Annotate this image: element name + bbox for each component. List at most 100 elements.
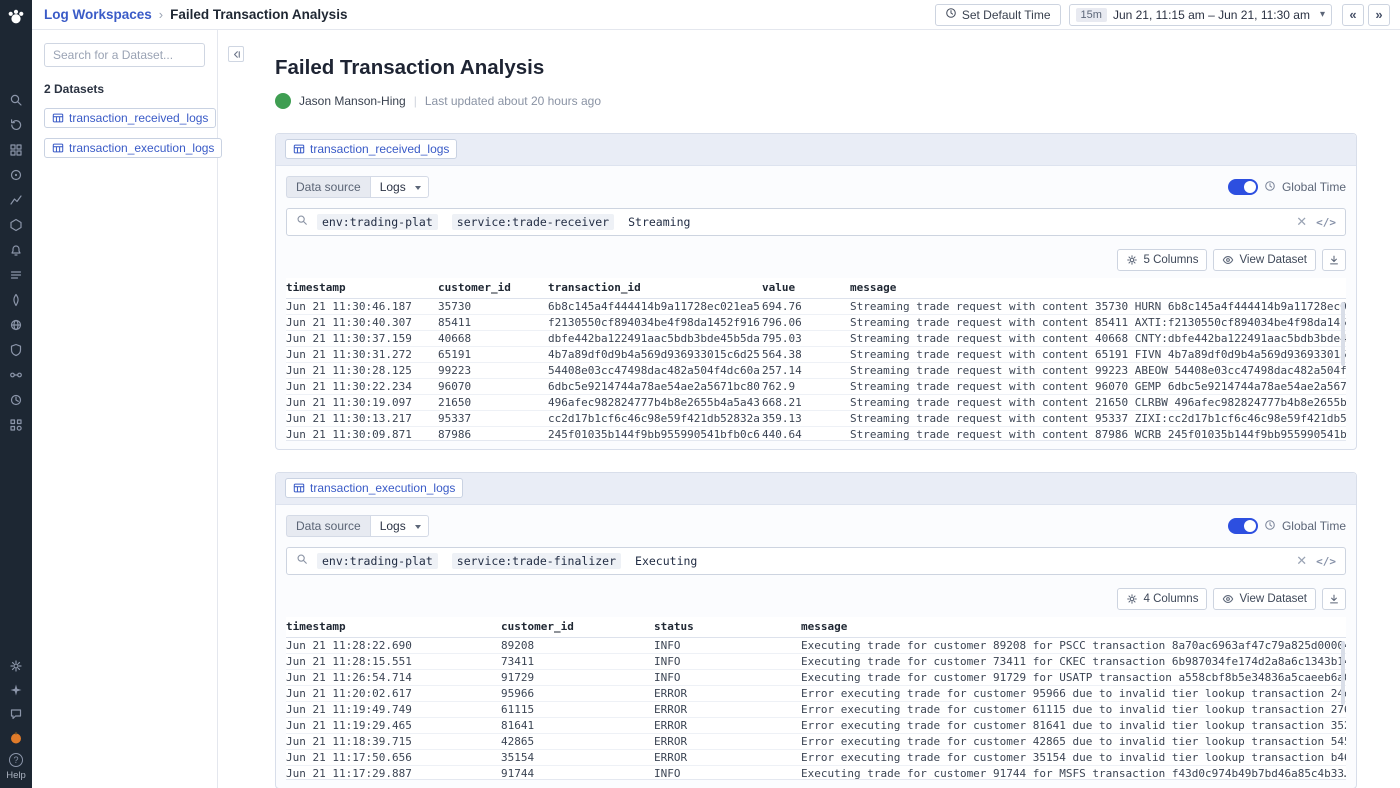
table-row[interactable]: Jun 21 11:30:28.1259922354408e03cc47498d… (286, 362, 1346, 378)
table-row[interactable]: Jun 21 11:30:09.87187986245f01035b144f9b… (286, 426, 1346, 441)
global-time-toggle[interactable] (1228, 518, 1258, 534)
download-button[interactable] (1322, 588, 1346, 610)
author-avatar[interactable] (275, 93, 291, 109)
monitors-icon[interactable] (9, 243, 23, 257)
table-row[interactable]: Jun 21 11:30:40.30785411f2130550cf894034… (286, 314, 1346, 330)
columns-button[interactable]: 4 Columns (1117, 588, 1207, 610)
view-dataset-button-label: View Dataset (1239, 254, 1307, 266)
table-row[interactable]: Jun 21 11:19:49.74961115ERRORError execu… (286, 701, 1346, 717)
query-token[interactable]: env:trading-plat (317, 214, 438, 230)
table-cell: Error executing trade for customer 81641… (801, 717, 1346, 733)
logs-icon[interactable] (9, 268, 23, 282)
synthetics-icon[interactable] (9, 318, 23, 332)
download-button[interactable] (1322, 249, 1346, 271)
column-header-timestamp[interactable]: timestamp (286, 617, 501, 637)
view-dataset-button-label: View Dataset (1239, 593, 1307, 605)
table-cell: ERROR (654, 701, 801, 717)
search-icon[interactable] (9, 93, 23, 107)
data-source-select[interactable]: Logs (370, 176, 429, 198)
set-default-time-button[interactable]: Set Default Time (935, 4, 1061, 26)
column-header-transaction_id[interactable]: transaction_id (548, 278, 762, 298)
table-cell: ERROR (654, 717, 801, 733)
table-scrollbar[interactable] (1341, 302, 1345, 366)
author-name[interactable]: Jason Manson-Hing (299, 94, 406, 108)
data-source-select[interactable]: Logs (370, 515, 429, 537)
column-header-customer_id[interactable]: customer_id (501, 617, 654, 637)
apm-icon[interactable] (9, 293, 23, 307)
datadog-logo[interactable] (5, 5, 27, 27)
table-row[interactable]: Jun 21 11:30:13.21795337cc2d17b1cf6c46c9… (286, 410, 1346, 426)
table-row[interactable]: Jun 21 11:17:50.65635154ERRORError execu… (286, 749, 1346, 765)
table-row[interactable]: Jun 21 11:17:29.88791744INFOExecuting tr… (286, 765, 1346, 780)
column-header-value[interactable]: value (762, 278, 850, 298)
table-row[interactable]: Jun 21 11:28:22.69089208INFOExecuting tr… (286, 637, 1346, 653)
column-header-timestamp[interactable]: timestamp (286, 278, 438, 298)
code-view-icon[interactable]: </> (1316, 555, 1336, 568)
metrics-icon[interactable] (9, 193, 23, 207)
table-row[interactable]: Jun 21 11:18:39.71542865ERRORError execu… (286, 733, 1346, 749)
history-icon[interactable] (9, 118, 23, 132)
chat-icon[interactable] (9, 707, 23, 721)
eye-icon (1222, 593, 1234, 605)
table-cell: Jun 21 11:17:29.887 (286, 765, 501, 780)
cell-transaction-received-logs: transaction_received_logs Data source Lo… (275, 133, 1357, 450)
query-token[interactable]: Executing (635, 554, 697, 568)
clear-query-icon[interactable]: ✕ (1296, 214, 1307, 230)
sparkle-icon[interactable] (9, 683, 23, 697)
dataset-search-input[interactable] (44, 43, 205, 67)
global-time-toggle[interactable] (1228, 179, 1258, 195)
code-view-icon[interactable]: </> (1316, 216, 1336, 229)
table-cell: Jun 21 11:30:19.097 (286, 394, 438, 410)
table-row[interactable]: Jun 21 11:30:19.09721650496afec982824777… (286, 394, 1346, 410)
query-token[interactable]: service:trade-receiver (452, 214, 614, 230)
table-row[interactable]: Jun 21 11:26:54.71491729INFOExecuting tr… (286, 669, 1346, 685)
table-row[interactable]: Jun 21 11:19:29.46581641ERRORError execu… (286, 717, 1346, 733)
column-header-message[interactable]: message (850, 278, 1346, 298)
query-bar[interactable]: env:trading-plat service:trade-finalizer E… (286, 547, 1346, 575)
infrastructure-icon[interactable] (9, 218, 23, 232)
query-bar[interactable]: env:trading-plat service:trade-receiver St… (286, 208, 1346, 236)
time-shift-forward-button[interactable]: » (1368, 4, 1390, 26)
table-row[interactable]: Jun 21 11:30:31.272651914b7a89df0d9b4a56… (286, 346, 1346, 362)
table-cell: 257.14 (762, 362, 850, 378)
cell-dataset-chip[interactable]: transaction_received_logs (285, 139, 457, 159)
collapse-sidebar-button[interactable] (228, 46, 244, 62)
query-token[interactable]: service:trade-finalizer (452, 553, 621, 569)
breadcrumb-log-workspaces[interactable]: Log Workspaces (44, 7, 152, 22)
integrations-icon[interactable] (9, 418, 23, 432)
column-header-customer_id[interactable]: customer_id (438, 278, 548, 298)
view-dataset-button[interactable]: View Dataset (1213, 249, 1316, 271)
help-label[interactable]: Help (6, 770, 26, 781)
columns-button[interactable]: 5 Columns (1117, 249, 1207, 271)
table-row[interactable]: Jun 21 11:28:15.55173411INFOExecuting tr… (286, 653, 1346, 669)
query-tokens: env:trading-plat service:trade-finalizer E… (317, 553, 1287, 569)
table-row[interactable]: Jun 21 11:30:46.187357306b8c145a4f444414… (286, 298, 1346, 314)
watchdog-icon[interactable] (9, 168, 23, 182)
view-dataset-button[interactable]: View Dataset (1213, 588, 1316, 610)
time-shift-back-button[interactable]: « (1342, 4, 1364, 26)
settings-icon[interactable] (9, 659, 23, 673)
time-range-text: Jun 21, 11:15 am – Jun 21, 11:30 am (1113, 8, 1310, 22)
security-icon[interactable] (9, 343, 23, 357)
dataset-chip-transaction-execution-logs[interactable]: transaction_execution_logs (44, 138, 222, 158)
dataset-chip-transaction-received-logs[interactable]: transaction_received_logs (44, 108, 216, 128)
service-management-icon[interactable] (9, 393, 23, 407)
table-cell: Streaming trade request with content 854… (850, 314, 1346, 330)
user-avatar[interactable] (9, 731, 23, 745)
query-token[interactable]: Streaming (628, 215, 690, 229)
dashboards-icon[interactable] (9, 143, 23, 157)
table-row[interactable]: Jun 21 11:30:22.234960706dbc5e9214744a78… (286, 378, 1346, 394)
time-range-selector[interactable]: 15m Jun 21, 11:15 am – Jun 21, 11:30 am … (1069, 4, 1332, 26)
table-row[interactable]: Jun 21 11:30:37.15940668dbfe442ba122491a… (286, 330, 1346, 346)
table-cell: 42865 (501, 733, 654, 749)
cell-dataset-chip[interactable]: transaction_execution_logs (285, 478, 463, 498)
column-header-status[interactable]: status (654, 617, 801, 637)
query-token[interactable]: env:trading-plat (317, 553, 438, 569)
column-header-message[interactable]: message (801, 617, 1346, 637)
table-cell: Executing trade for customer 89208 for P… (801, 637, 1346, 653)
pipelines-icon[interactable] (9, 368, 23, 382)
table-scrollbar[interactable] (1341, 641, 1345, 705)
help-icon[interactable]: ? (9, 753, 23, 767)
clear-query-icon[interactable]: ✕ (1296, 553, 1307, 569)
table-row[interactable]: Jun 21 11:20:02.61795966ERRORError execu… (286, 685, 1346, 701)
